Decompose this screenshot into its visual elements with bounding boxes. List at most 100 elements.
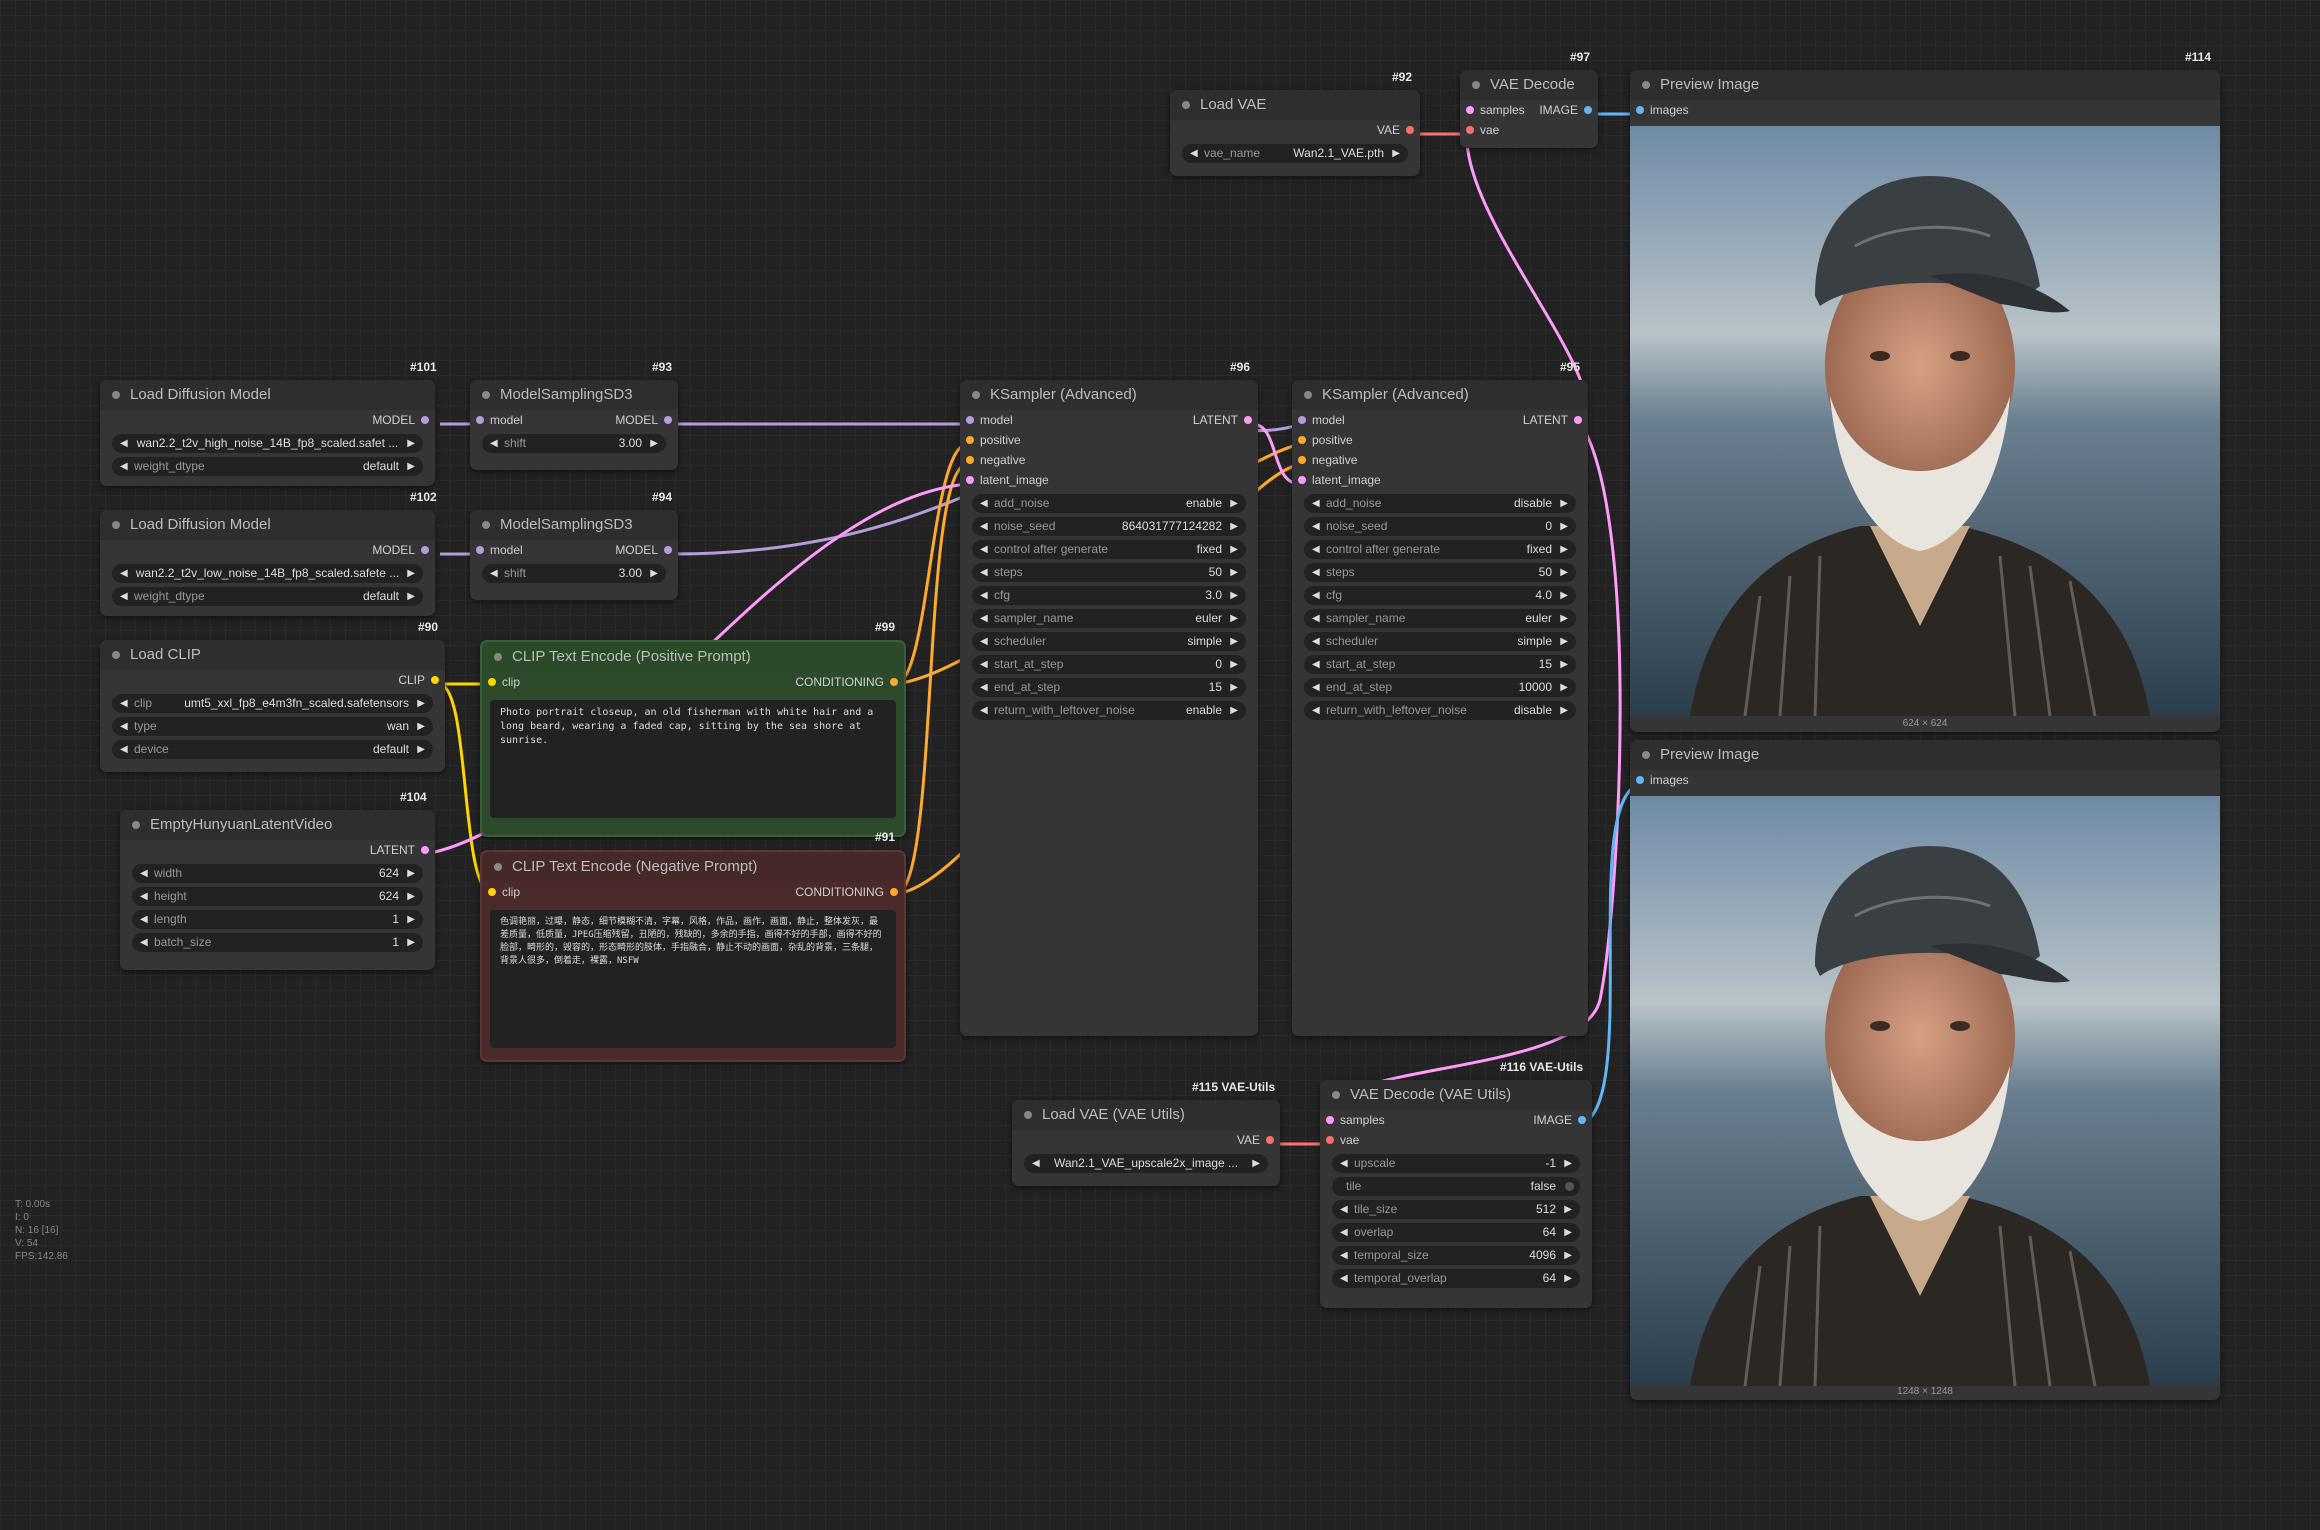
node-title[interactable]: Preview Image — [1630, 70, 2220, 100]
upscale-number[interactable]: ◀ upscale -1 ▶ — [1332, 1154, 1580, 1173]
right-arrow-icon[interactable]: ▶ — [1564, 1246, 1572, 1265]
node-title[interactable]: CLIP Text Encode (Positive Prompt) — [482, 642, 904, 672]
right-arrow-icon[interactable]: ▶ — [1564, 1154, 1572, 1173]
input-pin[interactable] — [1466, 106, 1474, 114]
collapse-dot-icon[interactable] — [1332, 1091, 1340, 1099]
collapse-dot-icon[interactable] — [1642, 751, 1650, 759]
collapse-dot-icon[interactable] — [494, 863, 502, 871]
height-number[interactable]: ◀ height 624 ▶ — [132, 887, 423, 906]
output-pin[interactable] — [1406, 126, 1414, 134]
end-at-step-number[interactable]: ◀ end_at_step 10000 ▶ — [1304, 678, 1576, 697]
batch-size-number[interactable]: ◀ batch_size 1 ▶ — [132, 933, 423, 952]
right-arrow-icon[interactable]: ▶ — [1230, 540, 1238, 559]
node-ksampler-1[interactable]: KSampler (Advanced) model LATENT positiv… — [960, 380, 1258, 1036]
right-arrow-icon[interactable]: ▶ — [1230, 655, 1238, 674]
clip-name-combo[interactable]: ◀ clip umt5_xxl_fp8_e4m3fn_scaled.safetens… — [112, 694, 433, 713]
input-pin[interactable] — [1636, 106, 1644, 114]
cfg-number[interactable]: ◀ cfg 4.0 ▶ — [1304, 586, 1576, 605]
input-pin[interactable] — [476, 546, 484, 554]
collapse-dot-icon[interactable] — [1024, 1111, 1032, 1119]
right-arrow-icon[interactable]: ▶ — [407, 564, 415, 583]
right-arrow-icon[interactable]: ▶ — [1560, 678, 1568, 697]
add-noise-combo[interactable]: ◀ add_noise enable ▶ — [972, 494, 1246, 513]
right-arrow-icon[interactable]: ▶ — [1230, 586, 1238, 605]
left-arrow-icon[interactable]: ◀ — [1312, 540, 1320, 559]
node-title[interactable]: Preview Image — [1630, 740, 2220, 770]
right-arrow-icon[interactable]: ▶ — [407, 864, 415, 883]
left-arrow-icon[interactable]: ◀ — [1340, 1200, 1348, 1219]
right-arrow-icon[interactable]: ▶ — [1230, 517, 1238, 536]
overlap-number[interactable]: ◀ overlap 64 ▶ — [1332, 1223, 1580, 1242]
node-ksampler-2[interactable]: KSampler (Advanced) model LATENT positiv… — [1292, 380, 1588, 1036]
left-arrow-icon[interactable]: ◀ — [1312, 517, 1320, 536]
left-arrow-icon[interactable]: ◀ — [980, 586, 988, 605]
left-arrow-icon[interactable]: ◀ — [1312, 563, 1320, 582]
positive-prompt-textarea[interactable]: Photo portrait closeup, an old fisherman… — [490, 700, 896, 818]
left-arrow-icon[interactable]: ◀ — [1312, 609, 1320, 628]
temporal-size-number[interactable]: ◀ temporal_size 4096 ▶ — [1332, 1246, 1580, 1265]
left-arrow-icon[interactable]: ◀ — [120, 717, 128, 736]
sampler-name-combo[interactable]: ◀ sampler_name euler ▶ — [972, 609, 1246, 628]
length-number[interactable]: ◀ length 1 ▶ — [132, 910, 423, 929]
negative-prompt-textarea[interactable]: 色调艳丽，过曝，静态，细节模糊不清，字幕，风格，作品，画作，画面，静止，整体发灰… — [490, 910, 896, 1048]
right-arrow-icon[interactable]: ▶ — [1230, 609, 1238, 628]
collapse-dot-icon[interactable] — [482, 391, 490, 399]
right-arrow-icon[interactable]: ▶ — [1230, 494, 1238, 513]
end-at-step-number[interactable]: ◀ end_at_step 15 ▶ — [972, 678, 1246, 697]
left-arrow-icon[interactable]: ◀ — [120, 564, 128, 583]
input-pin[interactable] — [966, 416, 974, 424]
start-at-step-number[interactable]: ◀ start_at_step 15 ▶ — [1304, 655, 1576, 674]
input-pin[interactable] — [1298, 456, 1306, 464]
right-arrow-icon[interactable]: ▶ — [1230, 632, 1238, 651]
node-load-clip[interactable]: Load CLIP CLIP ◀ clip umt5_xxl_fp8_e4m3fn_… — [100, 640, 445, 772]
right-arrow-icon[interactable]: ▶ — [407, 587, 415, 606]
left-arrow-icon[interactable]: ◀ — [1312, 655, 1320, 674]
left-arrow-icon[interactable]: ◀ — [1032, 1154, 1040, 1173]
node-model-sampling-2[interactable]: ModelSamplingSD3 model MODEL ◀ shift 3.00 ▶ — [470, 510, 678, 600]
node-vae-decode[interactable]: VAE Decode samples IMAGE vae — [1460, 70, 1598, 148]
unet-name-combo[interactable]: ◀ wan2.2_t2v_low_noise_14B_fp8_scaled.saf… — [112, 564, 423, 583]
collapse-dot-icon[interactable] — [112, 651, 120, 659]
shift-number[interactable]: ◀ shift 3.00 ▶ — [482, 564, 666, 583]
left-arrow-icon[interactable]: ◀ — [1312, 586, 1320, 605]
left-arrow-icon[interactable]: ◀ — [980, 540, 988, 559]
node-title[interactable]: EmptyHunyuanLatentVideo — [120, 810, 435, 840]
right-arrow-icon[interactable]: ▶ — [407, 933, 415, 952]
node-empty-latent[interactable]: EmptyHunyuanLatentVideo LATENT ◀ width 624… — [120, 810, 435, 970]
output-pin[interactable] — [421, 416, 429, 424]
steps-number[interactable]: ◀ steps 50 ▶ — [972, 563, 1246, 582]
left-arrow-icon[interactable]: ◀ — [1340, 1269, 1348, 1288]
left-arrow-icon[interactable]: ◀ — [1312, 701, 1320, 720]
input-pin[interactable] — [966, 456, 974, 464]
right-arrow-icon[interactable]: ▶ — [417, 694, 425, 713]
node-clip-text-positive[interactable]: CLIP Text Encode (Positive Prompt) clip … — [480, 640, 906, 837]
right-arrow-icon[interactable]: ▶ — [407, 887, 415, 906]
output-pin[interactable] — [421, 846, 429, 854]
node-title[interactable]: Load VAE — [1170, 90, 1420, 120]
node-title[interactable]: Load VAE (VAE Utils) — [1012, 1100, 1280, 1130]
input-pin[interactable] — [1466, 126, 1474, 134]
input-pin[interactable] — [488, 888, 496, 896]
device-combo[interactable]: ◀ device default ▶ — [112, 740, 433, 759]
left-arrow-icon[interactable]: ◀ — [1312, 632, 1320, 651]
collapse-dot-icon[interactable] — [1472, 81, 1480, 89]
right-arrow-icon[interactable]: ▶ — [417, 717, 425, 736]
left-arrow-icon[interactable]: ◀ — [140, 910, 148, 929]
node-load-vae-utils[interactable]: Load VAE (VAE Utils) VAE ◀ Wan2.1_VAE_ups… — [1012, 1100, 1280, 1186]
right-arrow-icon[interactable]: ▶ — [407, 457, 415, 476]
left-arrow-icon[interactable]: ◀ — [1340, 1223, 1348, 1242]
right-arrow-icon[interactable]: ▶ — [407, 434, 415, 453]
node-title[interactable]: Load CLIP — [100, 640, 445, 670]
node-preview-image-2[interactable]: Preview Image images 1248 × 1248 — [1630, 740, 2220, 1400]
toggle-knob-icon[interactable] — [1565, 1182, 1574, 1191]
node-title[interactable]: KSampler (Advanced) — [1292, 380, 1588, 410]
sampler-name-combo[interactable]: ◀ sampler_name euler ▶ — [1304, 609, 1576, 628]
left-arrow-icon[interactable]: ◀ — [120, 587, 128, 606]
left-arrow-icon[interactable]: ◀ — [980, 517, 988, 536]
node-title[interactable]: VAE Decode (VAE Utils) — [1320, 1080, 1592, 1110]
control-after-generate-combo[interactable]: ◀ control after generate fixed ▶ — [972, 540, 1246, 559]
right-arrow-icon[interactable]: ▶ — [1560, 701, 1568, 720]
tile-toggle[interactable]: tile false — [1332, 1177, 1580, 1196]
return-leftover-noise-combo[interactable]: ◀ return_with_leftover_noise enable ▶ — [972, 701, 1246, 720]
control-after-generate-combo[interactable]: ◀ control after generate fixed ▶ — [1304, 540, 1576, 559]
